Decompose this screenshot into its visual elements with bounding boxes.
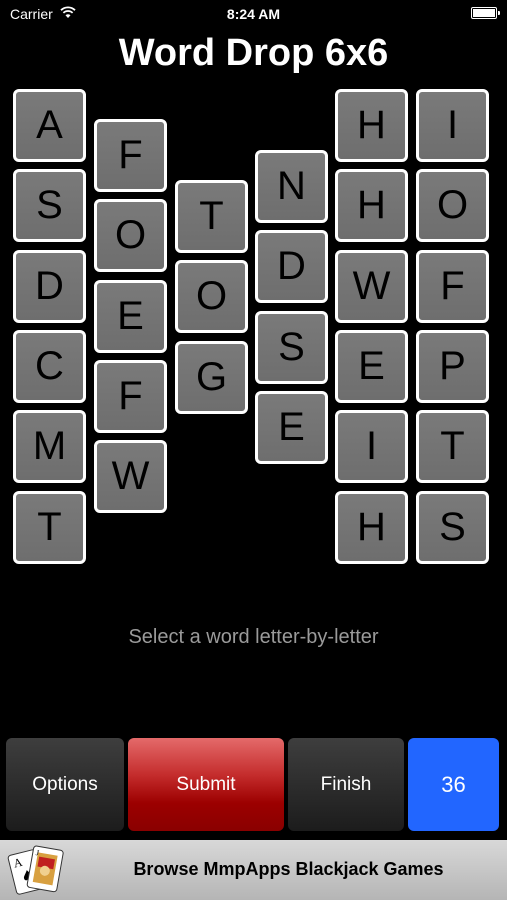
letter-tile[interactable]: O [175,260,248,333]
letter-tile[interactable]: P [416,330,489,403]
finish-button[interactable]: Finish [288,738,404,831]
letter-tile[interactable]: G [175,341,248,414]
letter-tile[interactable]: S [255,311,328,384]
letter-board: ASDCMTFOEFWTOGNDSEHHWEIHIOFPTS [0,0,507,600]
ad-banner[interactable]: A ♠ J Browse MmpApps Blackjack Games [0,840,507,900]
letter-tile[interactable]: W [335,250,408,323]
score-count-button[interactable]: 36 [408,738,499,831]
playing-cards-icon: A ♠ J [7,845,64,895]
letter-tile[interactable]: S [416,491,489,564]
ad-text: Browse MmpApps Blackjack Games [133,859,444,879]
letter-tile[interactable]: T [175,180,248,253]
letter-tile[interactable]: O [94,199,167,272]
letter-tile[interactable]: H [335,169,408,242]
letter-tile[interactable]: D [13,250,86,323]
letter-tile[interactable]: D [255,230,328,303]
letter-tile[interactable]: H [335,491,408,564]
letter-tile[interactable]: I [335,410,408,483]
letter-tile[interactable]: F [94,360,167,433]
letter-tile[interactable]: E [255,391,328,464]
letter-tile[interactable]: E [94,280,167,353]
letter-tile[interactable]: F [416,250,489,323]
letter-tile[interactable]: T [416,410,489,483]
letter-tile[interactable]: S [13,169,86,242]
options-button[interactable]: Options [6,738,124,831]
letter-tile[interactable]: F [94,119,167,192]
letter-tile[interactable]: I [416,89,489,162]
instruction-text: Select a word letter-by-letter [128,626,379,648]
letter-tile[interactable]: T [13,491,86,564]
letter-tile[interactable]: A [13,89,86,162]
letter-tile[interactable]: W [94,440,167,513]
letter-tile[interactable]: M [13,410,86,483]
letter-tile[interactable]: O [416,169,489,242]
letter-tile[interactable]: C [13,330,86,403]
letter-tile[interactable]: E [335,330,408,403]
letter-tile[interactable]: H [335,89,408,162]
letter-tile[interactable]: N [255,150,328,223]
submit-button[interactable]: Submit [128,738,284,831]
